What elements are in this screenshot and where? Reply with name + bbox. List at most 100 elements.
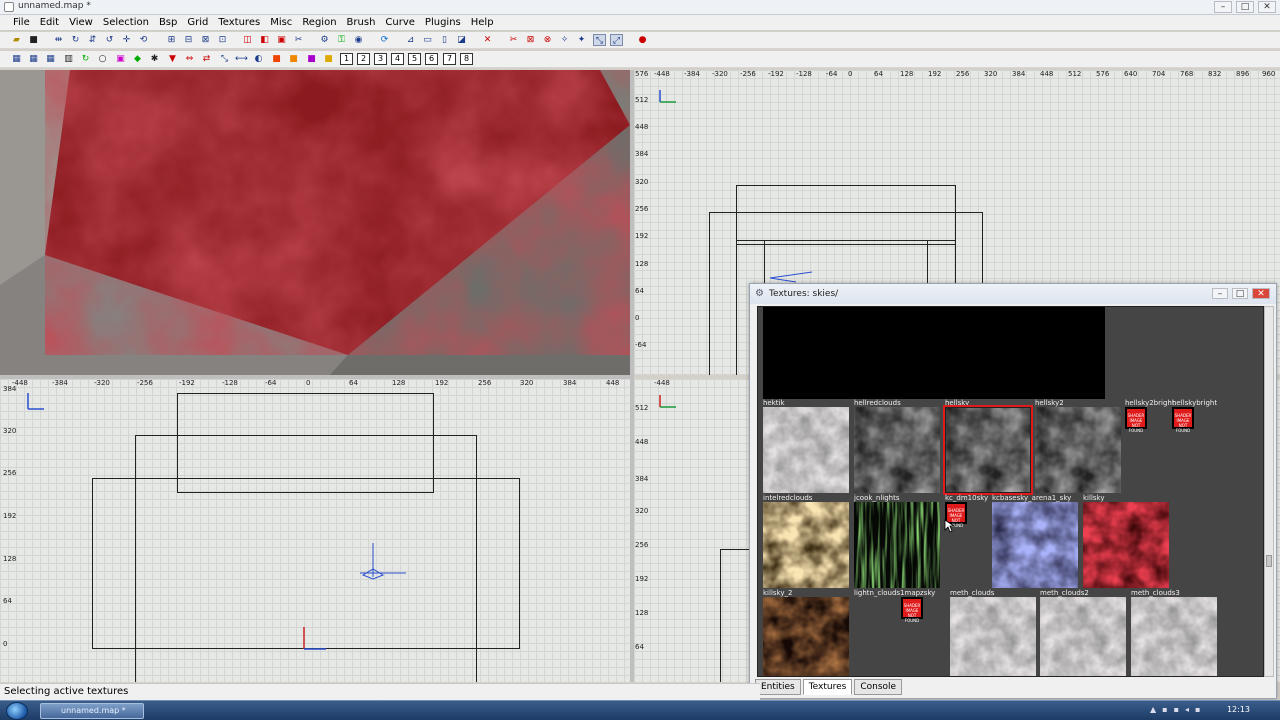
drag-vertices-icon[interactable]: ⤢ [610,34,623,46]
texture-scrollbar-thumb[interactable] [1266,555,1272,567]
menu-edit[interactable]: Edit [35,15,64,30]
redisperse-icon[interactable]: ✦ [575,34,588,46]
patch-insert-icon[interactable]: ⊗ [541,34,554,46]
texture-thumb-kcbasesky-arena1-sky[interactable] [992,502,1078,588]
drag-edges-icon[interactable]: ⤡ [593,34,606,46]
texwin-close-button[interactable]: ✕ [1252,288,1270,299]
cubic-clip-icon[interactable]: ◪ [455,34,468,46]
texture-thumb-killsky-2[interactable] [763,597,849,677]
texture-thumb-hektik[interactable] [763,407,849,493]
texture-thumb-meth-clouds[interactable] [950,597,1036,677]
view-preset-6-button[interactable]: 6 [425,53,438,65]
csg-merge-icon[interactable]: ◧ [258,34,271,46]
brush-yellow-icon[interactable]: ■ [322,53,335,65]
circle-icon[interactable]: ○ [96,53,109,65]
texture-thumb-lightn-clouds1mapzsky[interactable]: SHADER IMAGE NOT FOUND [901,597,923,623]
texwin-minimize-button[interactable]: – [1212,288,1228,299]
bend-icon[interactable]: ✂ [507,34,520,46]
save-icon[interactable]: ■ [27,34,40,46]
texture-thumb-meth-clouds2[interactable] [1040,597,1126,677]
brush-orange-icon[interactable]: ■ [287,53,300,65]
menu-textures[interactable]: Textures [213,15,265,30]
cursor-icon[interactable]: ⤡ [218,53,231,65]
show-entities-icon[interactable]: ● [636,34,649,46]
menu-region[interactable]: Region [297,15,341,30]
texture-lock-icon[interactable]: ⚿ [335,34,348,46]
view-preset-8-button[interactable]: 8 [460,53,473,65]
camera-view[interactable] [0,70,630,375]
texture-browser[interactable]: hektik hellredclouds hellsky hellsky2 he… [757,306,1264,677]
select-inside-icon[interactable]: ⊡ [216,34,229,46]
texture-thumb-jcook-nlights[interactable] [854,502,940,588]
arrows-in-icon[interactable]: ⇄ [200,53,213,65]
view-preset-3-button[interactable]: 3 [374,53,387,65]
flip-z-icon[interactable]: ✛ [120,34,133,46]
tab-console[interactable]: Console [854,679,903,695]
brush-purple-icon[interactable]: ■ [305,53,318,65]
close-button[interactable]: ✕ [1258,1,1276,13]
texture-scrollbar[interactable] [1264,306,1274,677]
texwin-maximize-button[interactable]: □ [1232,288,1248,299]
orbit-icon[interactable]: ◐ [252,53,265,65]
view-preset-5-button[interactable]: 5 [408,53,421,65]
menu-help[interactable]: Help [466,15,499,30]
tab-entities[interactable]: Entities [755,679,801,695]
grid-03-icon[interactable]: ▦ [44,53,57,65]
rotate-z-icon[interactable]: ⟲ [137,34,150,46]
xz-grid-view[interactable]: -448 -384 -320 -256 -192 -128 -64 0 64 1… [0,379,630,682]
menu-curve[interactable]: Curve [380,15,420,30]
rotate-y-icon[interactable]: ↺ [103,34,116,46]
entity-icon[interactable]: ⚙ [318,34,331,46]
texture-window-titlebar[interactable]: ⚙ Textures: skies/ – □ ✕ [750,284,1276,304]
patch-invert-icon[interactable]: ✧ [558,34,571,46]
texture-thumb-hellskybright[interactable]: SHADER IMAGE NOT FOUND [1172,407,1194,433]
texture-thumb-hellredclouds[interactable] [854,407,940,493]
start-button[interactable] [6,702,28,720]
csg-subtract-icon[interactable]: ◫ [241,34,254,46]
taskbar-app-button[interactable]: unnamed.map * [40,703,144,719]
texture-thumb-intelredclouds[interactable] [763,502,849,588]
maximize-button[interactable]: □ [1236,1,1254,13]
select-touching-icon[interactable]: ⊟ [182,34,195,46]
minimize-button[interactable]: – [1214,1,1232,13]
grid-02-icon[interactable]: ▦ [27,53,40,65]
tab-textures[interactable]: Textures [802,679,853,695]
clipper-icon[interactable]: ✂ [292,34,305,46]
patch-cap-icon[interactable]: ⊠ [524,34,537,46]
refresh-icon[interactable]: ↻ [79,53,92,65]
arrows-icon[interactable]: ⇔ [183,53,196,65]
arrow-down-icon[interactable]: ▼ [166,53,179,65]
view-xz-icon[interactable]: ▭ [421,34,434,46]
view-preset-1-button[interactable]: 1 [340,53,353,65]
rotate-x-icon[interactable]: ↻ [69,34,82,46]
texture-thumb-killsky[interactable] [1083,502,1169,588]
camera-icon[interactable]: ◉ [352,34,365,46]
menu-misc[interactable]: Misc [265,15,297,30]
select-partial-icon[interactable]: ⊠ [199,34,212,46]
grid-01-icon[interactable]: ▦ [10,53,23,65]
hollow-icon[interactable]: ▣ [275,34,288,46]
flip-x-icon[interactable]: ⇹ [52,34,65,46]
texture-thumb-hellsky-selected[interactable] [943,405,1033,495]
menu-selection[interactable]: Selection [98,15,154,30]
view-preset-4-button[interactable]: 4 [391,53,404,65]
texture-thumb-hellsky2[interactable] [1035,407,1121,493]
light-icon[interactable]: ◆ [131,53,144,65]
texture-thumb-black[interactable] [763,307,1105,399]
brush-red-icon[interactable]: ■ [270,53,283,65]
trash-icon[interactable]: ▥ [62,53,75,65]
change-views-icon[interactable]: ⟳ [378,34,391,46]
texture-thumb-meth-clouds3[interactable] [1131,597,1217,677]
bug-icon[interactable]: ✱ [148,53,161,65]
menu-brush[interactable]: Brush [342,15,381,30]
patch-icon[interactable]: ✕ [481,34,494,46]
view-yz-icon[interactable]: ▯ [438,34,451,46]
menu-file[interactable]: File [8,15,35,30]
select-complete-icon[interactable]: ⊞ [165,34,178,46]
menu-grid[interactable]: Grid [182,15,213,30]
texture-thumb-hellsky2bright[interactable]: SHADER IMAGE NOT FOUND [1125,407,1147,433]
menu-view[interactable]: View [64,15,98,30]
menu-bsp[interactable]: Bsp [154,15,182,30]
view-preset-7-button[interactable]: 7 [443,53,456,65]
move-icon[interactable]: ⟷ [235,53,248,65]
